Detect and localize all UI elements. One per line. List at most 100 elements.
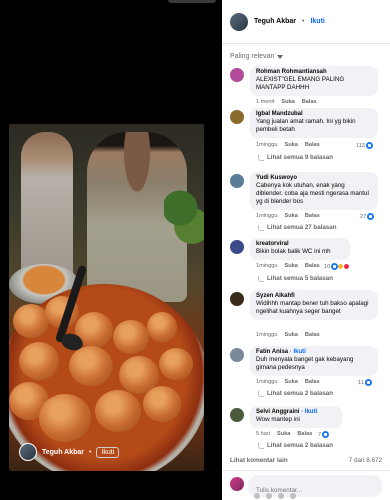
comment-actions: 1minggu Suka Balas bbox=[256, 332, 320, 338]
post-header: Teguh Akbar • Ikuti bbox=[222, 0, 390, 44]
avatar[interactable] bbox=[230, 12, 248, 31]
comment-time[interactable]: 1minggu bbox=[256, 379, 277, 385]
reaction-summary[interactable]: 27 bbox=[360, 213, 375, 220]
comment-author: Selvi Anggraini · Ikuti bbox=[256, 409, 336, 415]
reply-thread-icon bbox=[258, 224, 264, 231]
emoji-icon[interactable] bbox=[266, 493, 272, 499]
comment-item: Selvi Anggraini · Ikuti Wow mantep ini 5… bbox=[230, 406, 382, 454]
view-replies-link[interactable]: Lihat semua 5 balasan bbox=[258, 275, 333, 282]
meatball bbox=[113, 320, 149, 354]
reaction-summary[interactable]: 11 bbox=[358, 379, 372, 386]
avatar[interactable] bbox=[230, 408, 244, 422]
comment-author[interactable]: kreatorviral bbox=[256, 241, 344, 247]
comment-time[interactable]: 1minggu bbox=[256, 263, 277, 269]
view-replies-label: Lihat semua 2 balasan bbox=[267, 442, 334, 449]
like-button[interactable]: Suka bbox=[277, 431, 290, 437]
comment-actions: 5 hari Suka Balas bbox=[256, 431, 312, 437]
comment-time[interactable]: 1minggu bbox=[256, 142, 277, 148]
comment-bubble: Yudi Kuswoyo Cabenya kok utuhan, enak ya… bbox=[250, 172, 378, 210]
comment-actions: 1minggu Suka Balas bbox=[256, 379, 320, 385]
comment-author: Fatin Anisa · Ikuti bbox=[256, 349, 372, 355]
follow-button[interactable]: Ikuti bbox=[96, 446, 120, 458]
comment-item: kreatorviral Bikin bolak balik WC ini mh… bbox=[230, 238, 382, 288]
comment-actions: 1minggu Suka Balas bbox=[256, 142, 320, 148]
view-replies-label: Lihat semua 9 balasan bbox=[267, 154, 334, 161]
avatar[interactable] bbox=[230, 68, 244, 82]
camera-icon[interactable] bbox=[278, 493, 284, 499]
reply-button[interactable]: Balas bbox=[305, 142, 320, 148]
comment-author[interactable]: Igbal Mandzubal bbox=[256, 111, 372, 117]
comment-bubble: kreatorviral Bikin bolak balik WC ini mh bbox=[250, 238, 350, 260]
comment-bubble: Rohman Rohmantiansah ALEXIST"GEL EMANG P… bbox=[250, 66, 378, 96]
sticker-icon[interactable] bbox=[254, 493, 260, 499]
follow-button[interactable]: · Ikuti bbox=[290, 349, 306, 355]
meatball bbox=[143, 386, 181, 422]
comment-text: Wow mantep ini bbox=[256, 416, 300, 423]
comment-time[interactable]: 1 menit bbox=[256, 99, 274, 105]
reaction-count: 113 bbox=[356, 142, 365, 149]
reply-thread-icon bbox=[258, 442, 264, 449]
avatar[interactable] bbox=[230, 348, 244, 362]
reaction-summary[interactable]: 10 bbox=[324, 263, 351, 270]
avatar[interactable] bbox=[230, 240, 244, 254]
reply-button[interactable]: Balas bbox=[305, 213, 320, 219]
meatball bbox=[19, 342, 59, 380]
comment-time[interactable]: 5 hari bbox=[256, 431, 270, 437]
reaction-count: 7 bbox=[318, 431, 322, 438]
comment-bubble: Selvi Anggraini · Ikuti Wow mantep ini bbox=[250, 406, 342, 428]
composer-toolbar bbox=[254, 493, 296, 499]
comment-time[interactable]: 1minggu bbox=[256, 213, 277, 219]
view-replies-link[interactable]: Lihat semua 9 balasan bbox=[258, 154, 333, 161]
reaction-summary[interactable]: 113 bbox=[356, 142, 373, 149]
reaction-count: 27 bbox=[360, 213, 367, 220]
video-author-name[interactable]: Teguh Akbar bbox=[42, 449, 84, 456]
avatar[interactable] bbox=[19, 443, 37, 461]
avatar[interactable] bbox=[230, 174, 244, 188]
comment-item: Rohman Rohmantiansah ALEXIST"GEL EMANG P… bbox=[230, 66, 382, 110]
reply-button[interactable]: Balas bbox=[305, 332, 320, 338]
avatar[interactable] bbox=[230, 292, 244, 306]
comment-item: Fatin Anisa · Ikuti Duh menyala banget g… bbox=[230, 346, 382, 400]
view-replies-label: Lihat semua 5 balasan bbox=[267, 275, 334, 282]
reaction-count: 10 bbox=[324, 263, 331, 270]
separator-dot: • bbox=[302, 18, 305, 25]
reply-thread-icon bbox=[258, 390, 264, 397]
comment-author[interactable]: Rohman Rohmantiansah bbox=[256, 69, 372, 75]
view-replies-link[interactable]: Lihat semua 27 balasan bbox=[258, 224, 336, 231]
post-author-name[interactable]: Teguh Akbar bbox=[254, 18, 296, 25]
view-more-comments-link[interactable]: Lihat komentar lain bbox=[230, 457, 288, 464]
meatball bbox=[13, 304, 49, 338]
avatar[interactable] bbox=[230, 110, 244, 124]
like-button[interactable]: Suka bbox=[284, 332, 297, 338]
comment-author-name[interactable]: Selvi Anggraini bbox=[256, 409, 299, 415]
reply-button[interactable]: Balas bbox=[297, 431, 312, 437]
reply-button[interactable]: Balas bbox=[302, 99, 317, 105]
like-button[interactable]: Suka bbox=[284, 142, 297, 148]
comment-text: Widihhh mantap bener tuh bakso apalagi n… bbox=[256, 300, 369, 315]
video-frame[interactable]: Teguh Akbar • Ikuti bbox=[9, 124, 204, 471]
reply-button[interactable]: Balas bbox=[305, 263, 320, 269]
comment-sort-dropdown[interactable]: Paling relevan bbox=[230, 53, 284, 60]
follow-button[interactable]: · Ikuti bbox=[301, 409, 317, 415]
reply-thread-icon bbox=[258, 154, 264, 161]
like-button[interactable]: Suka bbox=[284, 379, 297, 385]
comment-item: Igbal Mandzubal Yang jualan amat ramah. … bbox=[230, 108, 382, 164]
comment-actions: 1minggu Suka Balas bbox=[256, 213, 320, 219]
view-replies-link[interactable]: Lihat semua 2 balasan bbox=[258, 390, 333, 397]
comment-author[interactable]: Yudi Kuswoyo bbox=[256, 175, 372, 181]
like-button[interactable]: Suka bbox=[284, 263, 297, 269]
like-button[interactable]: Suka bbox=[284, 213, 297, 219]
reply-button[interactable]: Balas bbox=[305, 379, 320, 385]
follow-button[interactable]: Ikuti bbox=[310, 18, 324, 25]
comment-author[interactable]: Syzen Alkahfi bbox=[256, 293, 372, 299]
meatball bbox=[147, 312, 177, 342]
comment-actions: 1 menit Suka Balas bbox=[256, 99, 317, 105]
like-button[interactable]: Suka bbox=[281, 99, 294, 105]
gif-icon[interactable] bbox=[290, 493, 296, 499]
view-replies-link[interactable]: Lihat semua 2 balasan bbox=[258, 442, 333, 449]
comment-text: Bikin bolak balik WC ini mh bbox=[256, 248, 331, 255]
chevron-down-icon bbox=[277, 54, 284, 59]
reaction-summary[interactable]: 7 bbox=[318, 431, 330, 438]
comment-time[interactable]: 1minggu bbox=[256, 332, 277, 338]
comment-author-name[interactable]: Fatin Anisa bbox=[256, 349, 288, 355]
